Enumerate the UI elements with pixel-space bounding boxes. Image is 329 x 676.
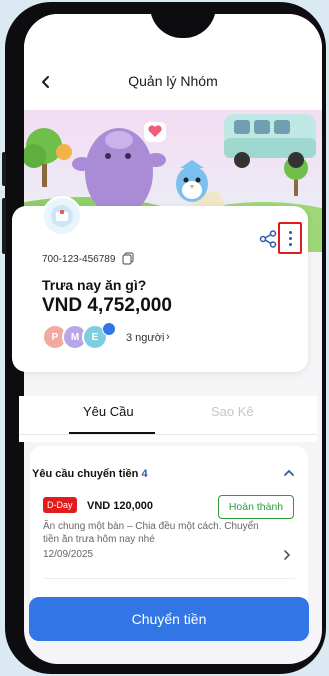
more-options-button[interactable]: [278, 222, 302, 254]
owner-badge-icon: [102, 322, 116, 336]
transfer-button[interactable]: Chuyển tiền: [29, 597, 309, 641]
account-number: 700-123-456789: [42, 254, 116, 265]
group-balance: VND 4,752,000: [42, 295, 172, 316]
tab-bar: Yêu Cầu Sao Kê: [19, 396, 317, 442]
group-icon: [51, 205, 73, 227]
copy-icon[interactable]: [121, 251, 135, 265]
dot: [288, 236, 292, 240]
request-amount: VND 120,000: [87, 500, 154, 512]
dot: [288, 230, 292, 234]
chevron-right-icon: ›: [166, 331, 170, 343]
tab-requests[interactable]: Yêu Cầu: [83, 404, 134, 419]
tab-divider: [19, 434, 317, 435]
tab-statement[interactable]: Sao Kê: [211, 404, 254, 419]
divider: [43, 578, 295, 579]
group-avatar: [42, 196, 82, 236]
chevron-up-icon[interactable]: [282, 466, 296, 480]
member-count: 3 người: [126, 332, 165, 344]
request-description: Ăn chung một bàn – Chia đều một cách. Ch…: [43, 521, 259, 545]
chevron-right-icon[interactable]: [280, 548, 294, 562]
requests-title-text: Yêu cầu chuyển tiền: [32, 468, 139, 480]
requests-section-title: Yêu cầu chuyển tiền 4: [32, 468, 148, 480]
request-date: 12/09/2025: [43, 549, 94, 560]
members-row[interactable]: P M E 3 người ›: [42, 322, 192, 352]
requests-count: 4: [141, 468, 148, 480]
share-icon[interactable]: [258, 229, 278, 249]
group-name: Trưa nay ăn gì?: [42, 277, 147, 293]
dot: [288, 242, 292, 246]
page-title: Quản lý Nhóm: [128, 73, 218, 89]
completed-button[interactable]: Hoàn thành: [218, 495, 294, 519]
side-button: [2, 198, 6, 254]
side-button: [2, 152, 6, 186]
dday-badge: D-Day: [43, 497, 77, 513]
